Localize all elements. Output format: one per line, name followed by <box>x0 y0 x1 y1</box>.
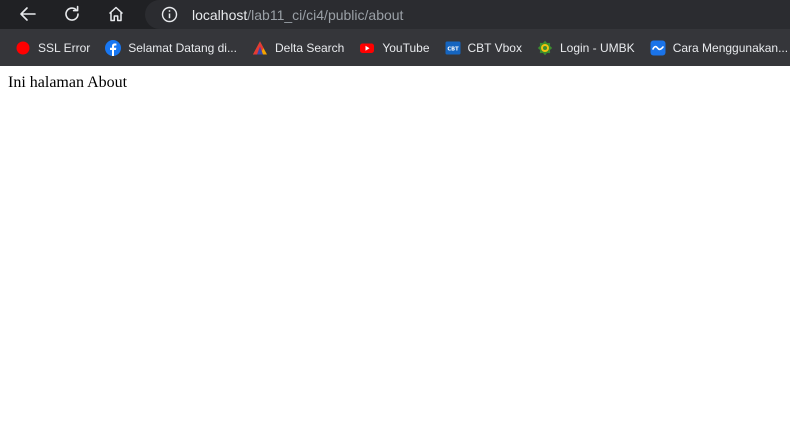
url-text[interactable]: localhost/lab11_ci/ci4/public/about <box>192 7 403 23</box>
bookmark-label: SSL Error <box>38 40 91 55</box>
bookmark-delta-search[interactable]: Delta Search <box>252 35 344 61</box>
back-button[interactable] <box>17 3 39 25</box>
url-host: localhost <box>192 6 248 23</box>
bookmark-label: Delta Search <box>274 40 345 55</box>
bookmark-label: YouTube <box>382 40 430 55</box>
facebook-icon <box>105 39 122 56</box>
address-bar[interactable]: localhost/lab11_ci/ci4/public/about <box>145 0 790 29</box>
bookmark-label: Login - UMBK <box>559 40 635 55</box>
bookmark-cbt-vbox[interactable]: CBT CBT Vbox <box>445 35 522 61</box>
browser-toolbar: localhost/lab11_ci/ci4/public/about <box>0 0 790 29</box>
wave-icon <box>650 40 666 56</box>
bookmark-ssl-error[interactable]: SSL Error <box>15 35 90 61</box>
home-icon <box>108 6 124 22</box>
bookmark-login-umbk[interactable]: Login - UMBK <box>537 35 635 61</box>
bookmark-cara-menggunakan[interactable]: Cara Menggunakan... <box>650 35 788 61</box>
home-button[interactable] <box>105 3 127 25</box>
delta-icon <box>252 40 268 56</box>
url-path: /lab11_ci/ci4/public/about <box>247 6 404 23</box>
reload-button[interactable] <box>61 3 83 25</box>
bookmark-label: CBT Vbox <box>467 40 522 55</box>
reload-icon <box>65 5 79 21</box>
arrow-left-icon <box>20 7 36 21</box>
site-info-icon[interactable] <box>161 6 178 23</box>
bookmark-youtube[interactable]: YouTube <box>359 35 430 61</box>
cbt-icon: CBT <box>445 40 461 56</box>
red-dot-icon <box>15 40 31 56</box>
bookmark-label: Selamat Datang di... <box>128 40 237 55</box>
page-content: Ini halaman About <box>0 66 790 425</box>
svg-text:CBT: CBT <box>447 46 459 52</box>
umbk-icon <box>537 40 553 56</box>
bookmarks-bar: SSL Error Selamat Datang di... Delta Sea… <box>0 29 790 66</box>
youtube-icon <box>359 40 375 56</box>
bookmark-selamat-datang[interactable]: Selamat Datang di... <box>105 35 237 61</box>
bookmark-label: Cara Menggunakan... <box>672 40 789 55</box>
page-body-text: Ini halaman About <box>8 74 128 91</box>
browser-window: localhost/lab11_ci/ci4/public/about SSL … <box>0 0 790 425</box>
